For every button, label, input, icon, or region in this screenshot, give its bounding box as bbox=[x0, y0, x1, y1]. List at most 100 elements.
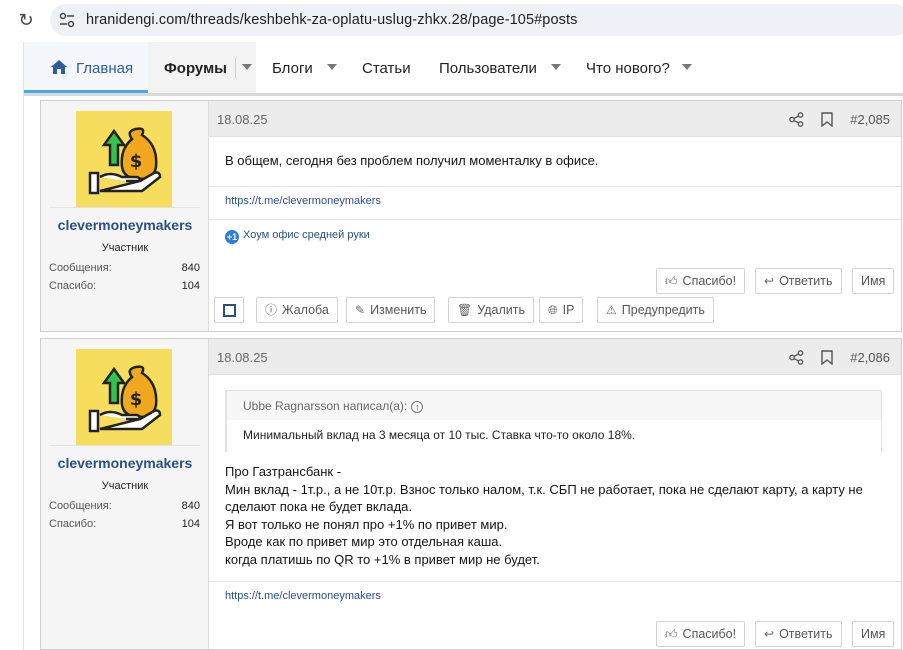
nav-forums-label: Форумы bbox=[164, 60, 227, 77]
reload-icon[interactable]: ↻ bbox=[16, 10, 36, 30]
user-stat-messages: Сообщения: 840 bbox=[49, 262, 200, 274]
post-main: 18.08.25 #2,086 Ubbe Ragnarsson написал(… bbox=[209, 339, 901, 649]
post-header: 18.08.25 #2,086 bbox=[209, 339, 901, 375]
user-title: Участник bbox=[101, 480, 149, 492]
signature: https://t.me/clevermoneymakers bbox=[209, 186, 901, 216]
report-button[interactable]: ⓘ Жалоба bbox=[256, 297, 338, 323]
user-stat-messages: Сообщения: 840 bbox=[49, 500, 200, 512]
share-icon[interactable] bbox=[789, 112, 804, 127]
edit-label: Изменить bbox=[370, 303, 427, 317]
reply-label: Ответить bbox=[779, 274, 833, 288]
reply-icon: ↩ bbox=[764, 627, 775, 641]
quote-author: Ubbe Ragnarsson написал(а): bbox=[243, 399, 408, 413]
quote-block: Ubbe Ragnarsson написал(а): ↑ Минимальный… bbox=[225, 390, 882, 452]
message-line: Вроде как по привет мир это отдельная ка… bbox=[225, 534, 503, 549]
site-settings-icon[interactable] bbox=[58, 11, 76, 29]
delete-label: Удалить bbox=[477, 303, 525, 317]
report-label: Жалоба bbox=[282, 303, 329, 317]
delete-button[interactable]: 🗑︎ Удалить bbox=[448, 297, 534, 323]
chevron-down-icon[interactable] bbox=[681, 64, 692, 70]
nav-forums[interactable]: Форумы bbox=[148, 42, 256, 93]
quote-attribution[interactable]: Ubbe Ragnarsson написал(а): ↑ bbox=[243, 399, 424, 413]
forum-nav: Главная Форумы Блоги Статьи Пользователи… bbox=[24, 42, 903, 96]
thumbs-up-icon: 👍︎ bbox=[665, 627, 678, 641]
avatar[interactable]: $ bbox=[76, 111, 172, 207]
name-button[interactable]: Имя bbox=[852, 621, 895, 647]
reply-button[interactable]: ↩ Ответить bbox=[755, 268, 842, 294]
quote-text: Минимальный вклад на 3 месяца от 10 тыс.… bbox=[243, 428, 636, 442]
nav-divider bbox=[235, 58, 237, 78]
nav-users-label: Пользователи bbox=[439, 60, 537, 77]
chevron-down-icon[interactable] bbox=[550, 64, 561, 70]
share-icon[interactable] bbox=[789, 350, 804, 365]
message-line: сделают пока не будет вклада. bbox=[225, 499, 412, 514]
edit-button[interactable]: ✎ Изменить bbox=[346, 297, 436, 323]
username[interactable]: clevermoneymakers bbox=[41, 455, 209, 471]
reaction-summary[interactable]: +1 Хоум офис средней руки bbox=[225, 229, 370, 244]
bookmark-icon[interactable] bbox=[821, 112, 833, 127]
select-post-checkbox[interactable] bbox=[214, 297, 244, 323]
nav-blogs[interactable]: Блоги bbox=[272, 42, 337, 93]
reaction-bar: +1 Хоум офис средней руки bbox=[209, 219, 901, 251]
post-number[interactable]: #2,086 bbox=[850, 350, 890, 365]
divider bbox=[49, 207, 200, 208]
page-gutter bbox=[0, 42, 24, 650]
signature-link[interactable]: https://t.me/clevermoneymakers bbox=[225, 590, 381, 602]
post: $ clevermoneymakers Участник Сообщения: … bbox=[40, 100, 902, 332]
reply-button[interactable]: ↩ Ответить bbox=[755, 621, 842, 647]
chevron-down-icon[interactable] bbox=[326, 64, 337, 70]
user-title: Участник bbox=[101, 242, 149, 254]
svg-text:$: $ bbox=[130, 151, 143, 172]
avatar[interactable]: $ bbox=[76, 349, 172, 445]
stat-value: 840 bbox=[181, 262, 200, 274]
chevron-down-icon[interactable] bbox=[242, 64, 253, 70]
nav-articles-label: Статьи bbox=[362, 60, 411, 77]
post-message: В общем, сегодня без проблем получил мом… bbox=[225, 153, 599, 168]
stat-label: Сообщения: bbox=[49, 500, 112, 512]
edit-icon: ✎ bbox=[355, 303, 366, 317]
nav-whats-new[interactable]: Что нового? bbox=[586, 42, 692, 93]
nav-home-label: Главная bbox=[76, 60, 134, 77]
message-line: Мин вклад - 1т.р., а не 10т.р. Взнос тол… bbox=[225, 481, 863, 497]
address-bar[interactable]: hranidengi.com/threads/keshbehk-za-oplat… bbox=[50, 4, 903, 36]
reaction-text: Хоум офис средней руки bbox=[243, 229, 370, 241]
message-line: Про Газтрансбанк - bbox=[225, 464, 342, 479]
reaction-plus-one-icon: +1 bbox=[225, 230, 239, 244]
checkbox-icon bbox=[223, 304, 236, 317]
browser-toolbar: ↻ hranidengi.com/threads/keshbehk-za-opl… bbox=[0, 0, 903, 42]
url-text[interactable]: hranidengi.com/threads/keshbehk-za-oplat… bbox=[86, 12, 577, 28]
globe-icon: 🌐︎ bbox=[548, 303, 558, 317]
name-button[interactable]: Имя bbox=[852, 268, 895, 294]
thumbs-up-icon: 👍︎ bbox=[665, 274, 678, 288]
arrow-up-circle-icon[interactable]: ↑ bbox=[411, 401, 424, 413]
post-number[interactable]: #2,085 bbox=[850, 112, 890, 127]
nav-whats-new-label: Что нового? bbox=[586, 60, 670, 77]
user-info: $ clevermoneymakers Участник Сообщения: … bbox=[41, 339, 209, 649]
stat-label: Сообщения: bbox=[49, 262, 112, 274]
alert-circle-icon: ⓘ bbox=[265, 303, 278, 317]
nav-blogs-label: Блоги bbox=[272, 60, 313, 77]
home-icon bbox=[51, 60, 67, 74]
bookmark-icon[interactable] bbox=[821, 350, 833, 365]
post-date[interactable]: 18.08.25 bbox=[217, 350, 268, 365]
post-header: 18.08.25 #2,085 bbox=[209, 101, 901, 137]
svg-text:$: $ bbox=[130, 389, 143, 410]
post-date[interactable]: 18.08.25 bbox=[217, 112, 268, 127]
stat-value: 104 bbox=[181, 280, 200, 292]
thanks-button[interactable]: 👍︎ Спасибо! bbox=[656, 621, 746, 647]
warn-button[interactable]: ⚠ Предупредить bbox=[597, 297, 714, 323]
signature: https://t.me/clevermoneymakers bbox=[209, 581, 901, 611]
message-line: Я вот только не понял про +1% по привет … bbox=[225, 516, 508, 532]
stat-value: 104 bbox=[181, 518, 200, 530]
ip-label: IP bbox=[562, 303, 575, 317]
user-stat-thanks: Спасибо: 104 bbox=[49, 280, 200, 292]
name-label: Имя bbox=[861, 627, 886, 641]
nav-users[interactable]: Пользователи bbox=[439, 42, 561, 93]
thanks-button[interactable]: 👍︎ Спасибо! bbox=[656, 268, 746, 294]
username[interactable]: clevermoneymakers bbox=[41, 217, 209, 233]
stat-label: Спасибо: bbox=[49, 518, 97, 530]
ip-button[interactable]: 🌐︎ IP bbox=[539, 297, 584, 323]
nav-home[interactable]: Главная bbox=[24, 42, 148, 93]
nav-articles[interactable]: Статьи bbox=[362, 42, 411, 93]
signature-link[interactable]: https://t.me/clevermoneymakers bbox=[225, 195, 381, 207]
